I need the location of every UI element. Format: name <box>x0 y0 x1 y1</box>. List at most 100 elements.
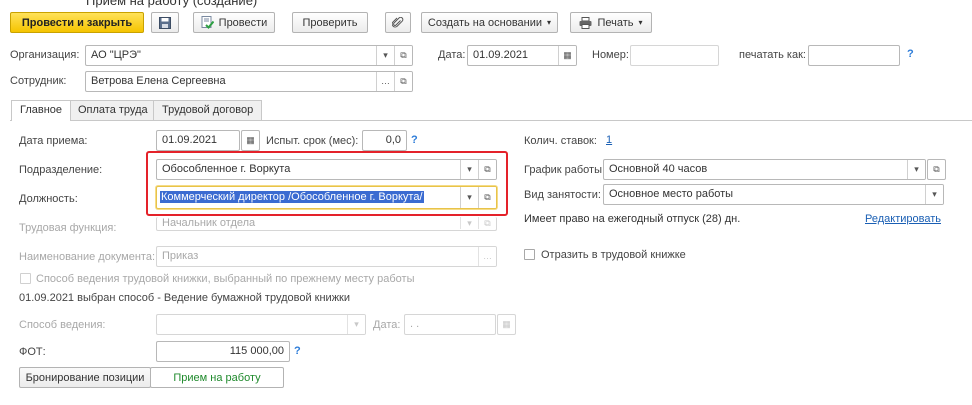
create-based-on-button[interactable]: Создать на основании ▾ <box>421 12 558 33</box>
date-field[interactable]: 01.09.2021 ▦ <box>467 45 577 66</box>
post-document-icon <box>201 16 214 29</box>
post-button[interactable]: Провести <box>193 12 275 33</box>
fot-label: ФОТ: <box>19 346 46 358</box>
employee-field[interactable]: Ветрова Елена Сергеевна … ⧉ <box>85 71 413 92</box>
hire-date-label: Дата приема: <box>19 135 88 147</box>
tab-payroll-label: Оплата труда <box>78 104 148 116</box>
employee-label: Сотрудник: <box>10 75 67 87</box>
hire-button[interactable]: Прием на работу <box>150 367 284 388</box>
number-label: Номер: <box>592 49 629 61</box>
open-form-icon[interactable]: ⧉ <box>394 72 412 91</box>
date-label: Дата: <box>438 49 466 61</box>
calendar-icon[interactable]: ▦ <box>497 314 516 335</box>
check-button[interactable]: Проверить <box>292 12 368 33</box>
chevron-down-icon[interactable]: ▾ <box>460 217 478 229</box>
hire-button-label: Прием на работу <box>173 371 261 384</box>
date-value: 01.09.2021 <box>473 49 529 61</box>
method-date-value: . . <box>410 318 420 330</box>
reflect-in-book-label[interactable]: Отразить в трудовой книжке <box>541 248 686 262</box>
edit-link[interactable]: Редактировать <box>865 213 941 225</box>
chevron-down-icon[interactable]: ▾ <box>460 187 478 208</box>
vacation-note: Имеет право на ежегодный отпуск (28) дн. <box>524 213 741 225</box>
method-field[interactable]: ▾ <box>156 314 366 335</box>
employment-type-value: Основное место работы <box>609 188 734 200</box>
probation-value: 0,0 <box>385 134 401 146</box>
dropdown-arrow-icon: ▾ <box>547 18 552 27</box>
help-icon[interactable]: ? <box>907 48 914 60</box>
department-field[interactable]: Обособленное г. Воркута ▾ ⧉ <box>156 159 497 180</box>
fot-value: 115 000,00 <box>229 345 284 357</box>
tab-labor-contract-label: Трудовой договор <box>162 104 254 116</box>
employment-type-field[interactable]: Основное место работы ▾ <box>603 184 944 205</box>
tab-main[interactable]: Главное <box>11 100 72 121</box>
reserve-position-button[interactable]: Бронирование позиции <box>19 367 151 388</box>
open-form-icon[interactable]: ⧉ <box>478 187 496 208</box>
printer-icon <box>579 16 592 29</box>
open-form-icon[interactable]: ⧉ <box>927 159 946 180</box>
reflect-in-book-checkbox[interactable] <box>524 249 535 260</box>
labor-function-label: Трудовая функция: <box>19 222 117 234</box>
doc-name-value: Приказ <box>162 250 199 262</box>
open-form-icon[interactable]: ⧉ <box>478 217 496 229</box>
ellipsis-icon[interactable]: … <box>376 72 394 91</box>
open-form-icon[interactable]: ⧉ <box>394 46 412 65</box>
book-method-note: 01.09.2021 выбран способ - Ведение бумаж… <box>19 292 351 304</box>
department-value: Обособленное г. Воркута <box>162 163 291 175</box>
save-button[interactable] <box>151 12 179 33</box>
chevron-down-icon[interactable]: ▾ <box>376 46 394 65</box>
number-field[interactable] <box>630 45 719 66</box>
post-and-close-label: Провести и закрыть <box>21 16 133 29</box>
labor-function-field[interactable]: Начальник отдела ▾ ⧉ <box>156 217 497 231</box>
book-method-checkbox[interactable] <box>20 273 31 284</box>
reserve-position-label: Бронирование позиции <box>25 371 145 384</box>
hire-date-field[interactable]: 01.09.2021 <box>156 130 240 151</box>
schedule-field[interactable]: Основной 40 часов ▾ <box>603 159 926 180</box>
ellipsis-icon[interactable]: … <box>478 247 496 266</box>
position-value: Коммерческий директор /Обособленное г. В… <box>160 191 424 203</box>
dropdown-arrow-icon: ▾ <box>638 18 643 27</box>
floppy-disk-icon <box>159 16 171 29</box>
chevron-down-icon[interactable]: ▾ <box>925 185 943 204</box>
book-method-checkbox-label: Способ ведения трудовой книжки, выбранны… <box>36 273 415 285</box>
print-as-field[interactable] <box>808 45 900 66</box>
doc-name-label: Наименование документа: <box>19 251 156 263</box>
print-as-label: печатать как: <box>739 49 806 61</box>
employee-value: Ветрова Елена Сергеевна <box>91 75 226 87</box>
labor-function-value: Начальник отдела <box>162 217 256 229</box>
check-label: Проверить <box>302 16 358 29</box>
rates-link[interactable]: 1 <box>606 134 612 146</box>
create-based-on-label: Создать на основании <box>427 16 543 29</box>
organization-field[interactable]: АО "ЦРЭ" ▾ ⧉ <box>85 45 413 66</box>
organization-label: Организация: <box>10 49 80 61</box>
tab-payroll[interactable]: Оплата труда <box>69 100 157 120</box>
method-label: Способ ведения: <box>19 319 106 331</box>
employment-type-label: Вид занятости: <box>524 189 601 201</box>
doc-name-field[interactable]: Приказ … <box>156 246 497 267</box>
schedule-value: Основной 40 часов <box>609 163 708 175</box>
position-field[interactable]: Коммерческий директор /Обособленное г. В… <box>156 186 497 209</box>
method-date-field[interactable]: . . <box>404 314 496 335</box>
probation-label: Испыт. срок (мес): <box>266 135 359 147</box>
open-form-icon[interactable]: ⧉ <box>478 160 496 179</box>
chevron-down-icon[interactable]: ▾ <box>460 160 478 179</box>
position-label: Должность: <box>19 193 78 205</box>
schedule-label: График работы: <box>524 164 606 176</box>
department-label: Подразделение: <box>19 164 103 176</box>
help-icon[interactable]: ? <box>411 134 418 146</box>
tab-labor-contract[interactable]: Трудовой договор <box>153 100 263 120</box>
chevron-down-icon[interactable]: ▾ <box>907 160 925 179</box>
window-title: Прием на работу (создание) <box>86 0 258 8</box>
post-and-close-button[interactable]: Провести и закрыть <box>10 12 144 33</box>
calendar-icon[interactable]: ▦ <box>558 46 576 65</box>
help-icon[interactable]: ? <box>294 345 301 357</box>
hire-date-value: 01.09.2021 <box>162 134 218 146</box>
organization-value: АО "ЦРЭ" <box>91 49 141 61</box>
fot-field[interactable]: 115 000,00 <box>156 341 290 362</box>
tab-main-label: Главное <box>20 104 63 116</box>
calendar-icon[interactable]: ▦ <box>241 130 260 151</box>
chevron-down-icon[interactable]: ▾ <box>347 315 365 334</box>
attachment-button[interactable] <box>385 12 411 33</box>
method-date-label: Дата: <box>373 319 401 331</box>
print-button[interactable]: Печать ▾ <box>570 12 652 33</box>
probation-field[interactable]: 0,0 <box>362 130 407 151</box>
